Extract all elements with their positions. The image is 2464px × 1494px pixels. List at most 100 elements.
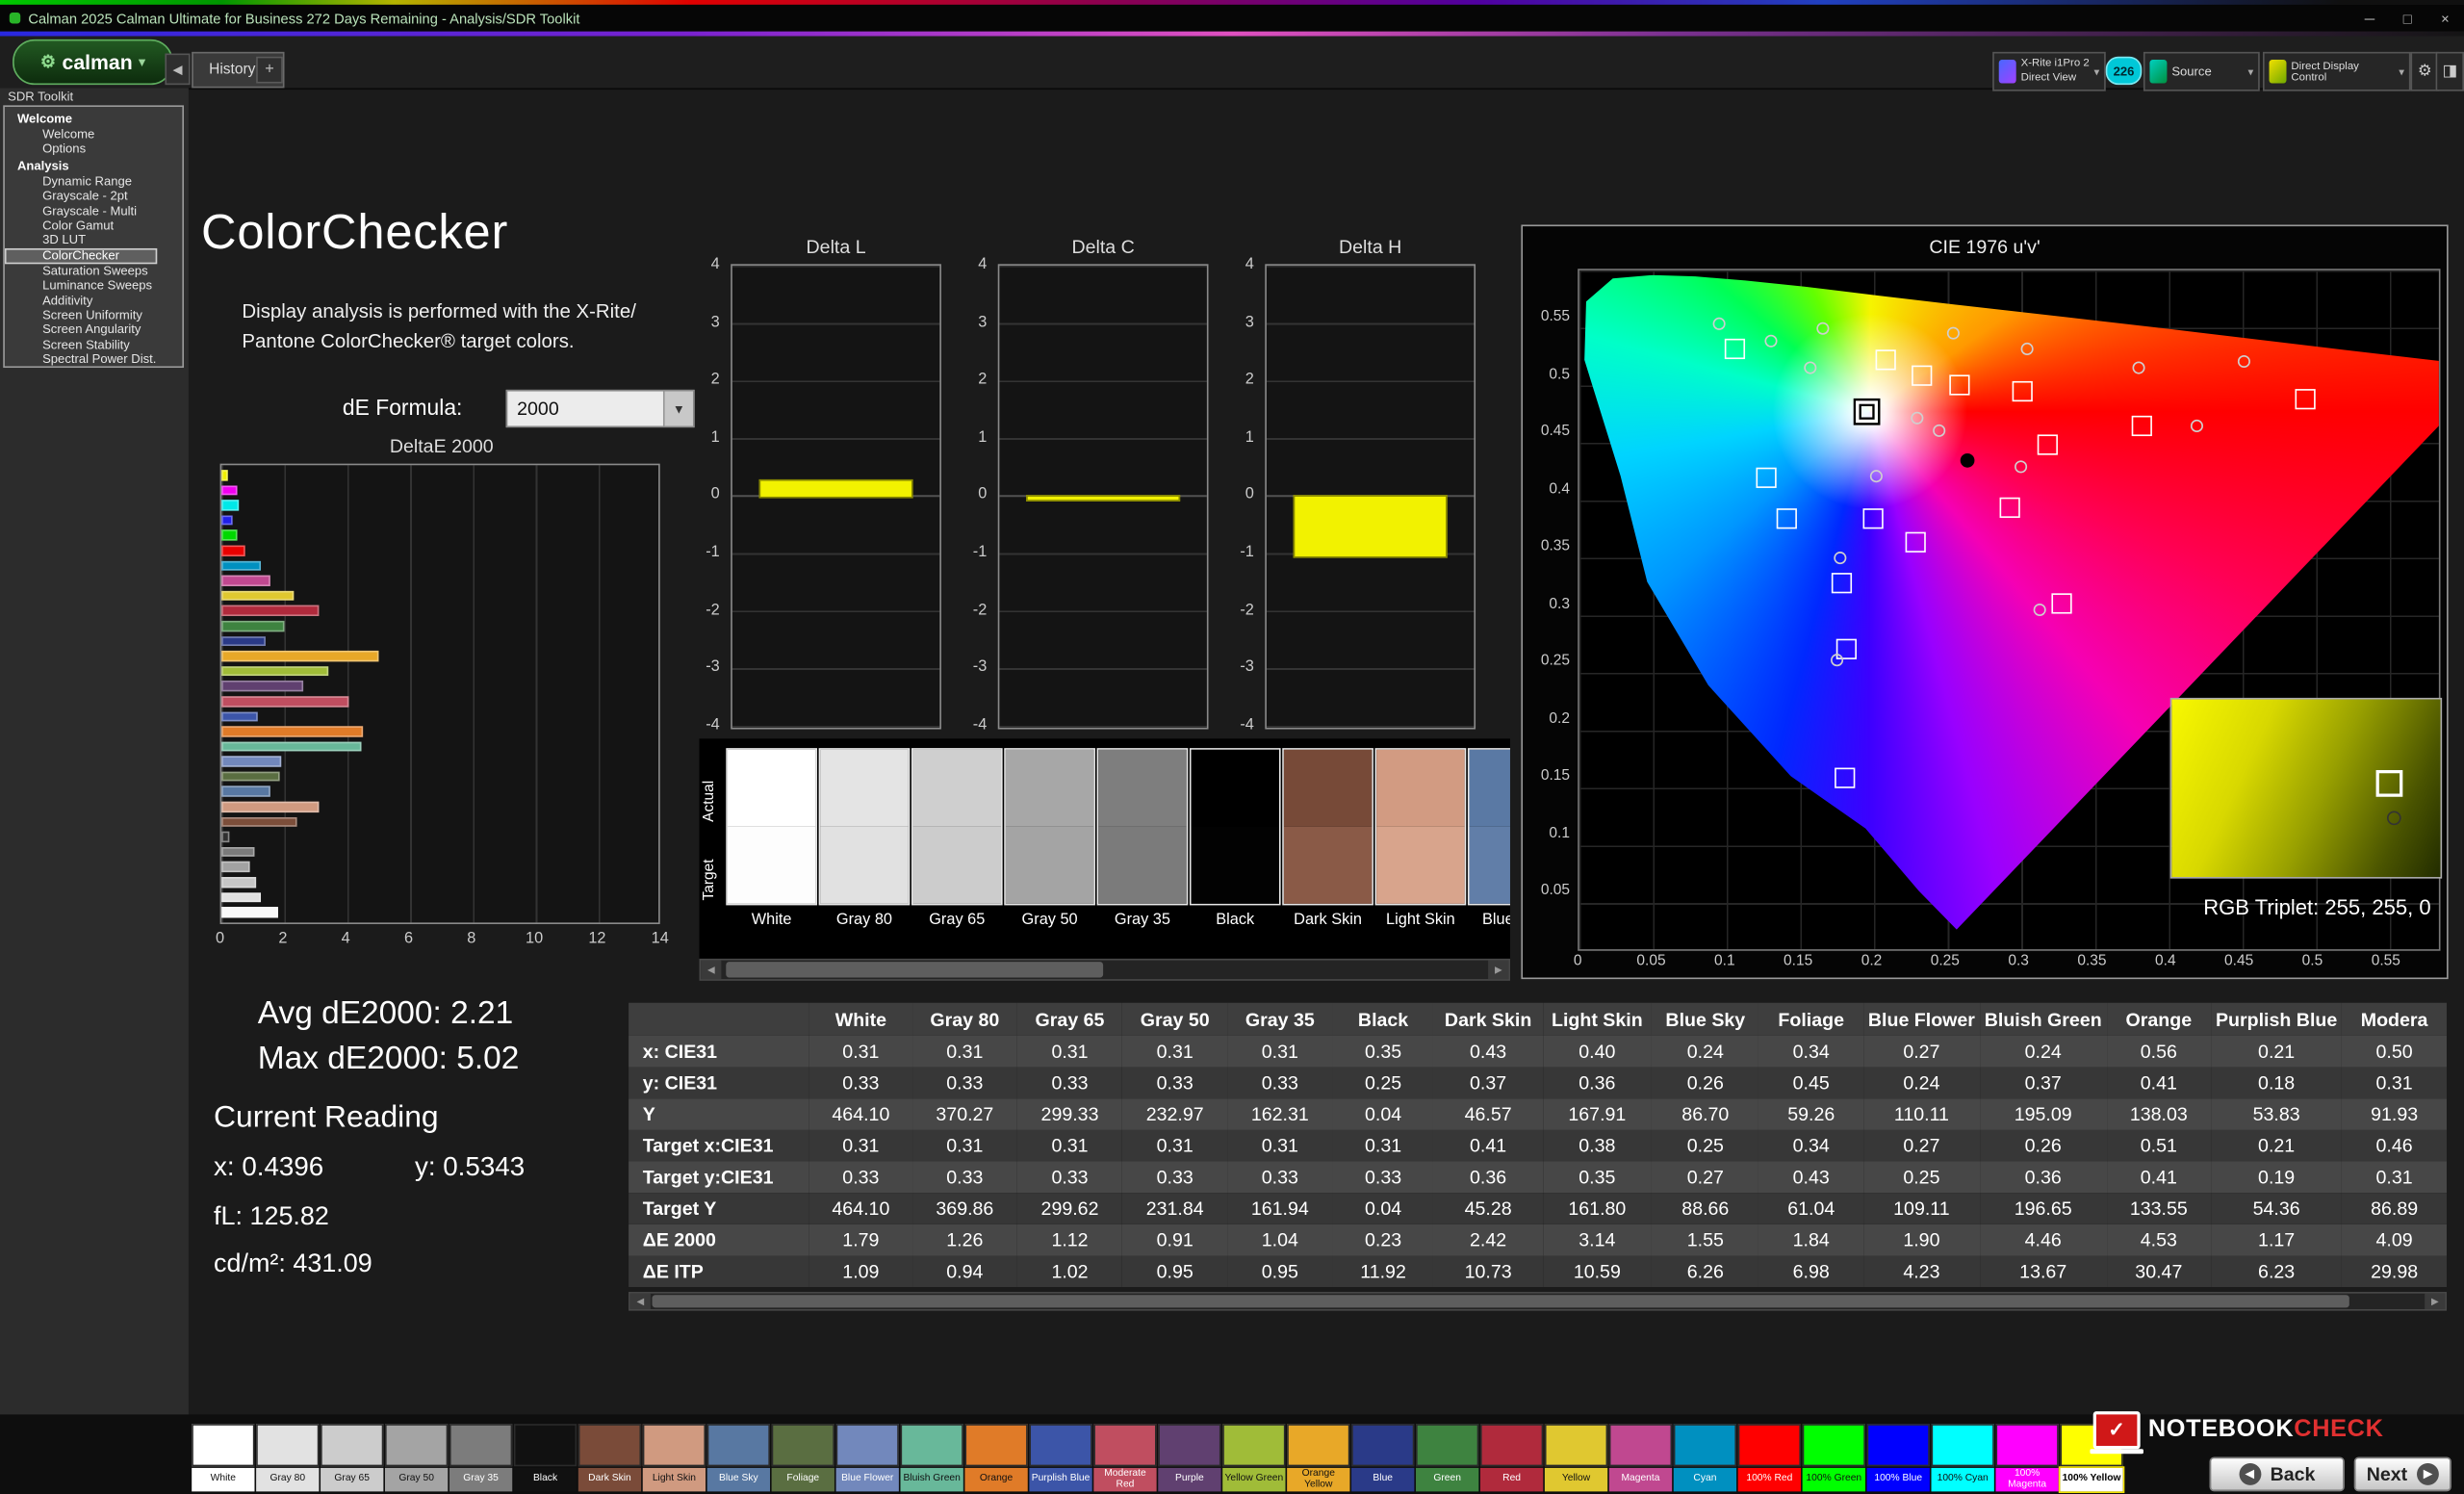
- patch-column-white[interactable]: White: [726, 748, 817, 929]
- strip-patch-100-red[interactable]: 100% Red: [1738, 1424, 1801, 1491]
- display-control-dropdown[interactable]: Direct Display Control ▾: [2263, 52, 2410, 91]
- strip-patch-bluish-green[interactable]: Bluish Green: [901, 1424, 963, 1491]
- sidebar-item-welcome[interactable]: Welcome: [5, 127, 182, 142]
- patch-column-black[interactable]: Black: [1190, 748, 1281, 929]
- sidebar-item-dynamic-range[interactable]: Dynamic Range: [5, 174, 182, 189]
- deltae-row-orange: [221, 726, 658, 736]
- patch-swatch-black: [1190, 748, 1281, 905]
- strip-patch-gray-65[interactable]: Gray 65: [321, 1424, 383, 1491]
- sidebar-item-additivity[interactable]: Additivity: [5, 294, 182, 308]
- deltae-row-100-blue: [221, 515, 658, 526]
- sidebar-item-options[interactable]: Options: [5, 142, 182, 157]
- patch-swatch-gray-65: [911, 748, 1003, 905]
- strip-patch-gray-80[interactable]: Gray 80: [256, 1424, 319, 1491]
- patch-column-light-skin[interactable]: Light Skin: [1375, 748, 1467, 929]
- strip-patch-orange[interactable]: Orange: [964, 1424, 1027, 1491]
- sidebar-group-welcome[interactable]: Welcome: [5, 110, 182, 127]
- strip-patch-black[interactable]: Black: [514, 1424, 577, 1491]
- strip-swatch-blue-flower: [836, 1424, 899, 1466]
- scrollbar-thumb[interactable]: [726, 962, 1103, 977]
- strip-patch-100-magenta[interactable]: 100% Magenta: [1995, 1424, 2058, 1491]
- strip-patch-100-green[interactable]: 100% Green: [1803, 1424, 1865, 1491]
- display-layout-button[interactable]: ◨: [2436, 52, 2464, 91]
- deltae-bar-gray-35: [221, 847, 254, 858]
- sidebar-item-screen-angularity[interactable]: Screen Angularity: [5, 322, 182, 337]
- calman-logo-menu[interactable]: ⚙ calman ▾: [13, 39, 173, 85]
- strip-patch-foliage[interactable]: Foliage: [772, 1424, 834, 1491]
- sidebar-item-luminance-sweeps[interactable]: Luminance Sweeps: [5, 278, 182, 293]
- table-scroll-left-icon[interactable]: ◀: [630, 1294, 651, 1309]
- cie-xtick-0: 0: [1554, 952, 1602, 969]
- reading-count-badge[interactable]: 226: [2106, 57, 2143, 85]
- comparison-scrollbar[interactable]: ◀ ▶: [700, 959, 1510, 981]
- strip-patch-yellow-green[interactable]: Yellow Green: [1222, 1424, 1285, 1491]
- strip-patch-blue[interactable]: Blue: [1351, 1424, 1414, 1491]
- back-button[interactable]: ◀ Back: [2210, 1456, 2345, 1491]
- cell-e-2000-8: 1.55: [1652, 1224, 1758, 1256]
- sidebar-item-color-gamut[interactable]: Color Gamut: [5, 219, 182, 233]
- add-tab-button[interactable]: +: [256, 57, 283, 84]
- strip-patch-blue-sky[interactable]: Blue Sky: [707, 1424, 770, 1491]
- strip-patch-orange-yellow[interactable]: Orange Yellow: [1287, 1424, 1349, 1491]
- deltae-bar-blue-flower: [221, 757, 281, 767]
- patch-column-gray-65[interactable]: Gray 65: [911, 748, 1003, 929]
- patch-target-gray-80: [820, 827, 908, 904]
- table-scrollbar[interactable]: ◀ ▶: [629, 1292, 2447, 1311]
- strip-patch-moderate-red[interactable]: Moderate Red: [1093, 1424, 1156, 1491]
- patch-column-gray-35[interactable]: Gray 35: [1097, 748, 1189, 929]
- strip-patch-white[interactable]: White: [192, 1424, 254, 1491]
- next-button[interactable]: Next ▶: [2354, 1456, 2451, 1491]
- sidebar-item-spectral-power-dist[interactable]: Spectral Power Dist.: [5, 352, 182, 367]
- cie-xtick-0.15: 0.15: [1775, 952, 1822, 969]
- strip-patch-dark-skin[interactable]: Dark Skin: [578, 1424, 641, 1491]
- patch-column-dark-skin[interactable]: Dark Skin: [1282, 748, 1373, 929]
- cell-y-0: 464.10: [809, 1098, 912, 1130]
- sidebar-item-3d-lut[interactable]: 3D LUT: [5, 233, 182, 247]
- source-dropdown[interactable]: Source ▾: [2143, 52, 2260, 91]
- strip-label-foliage: Foliage: [772, 1468, 834, 1491]
- strip-patch-gray-50[interactable]: Gray 50: [385, 1424, 448, 1491]
- minimize-button[interactable]: ─: [2350, 11, 2388, 26]
- deltae-bar-moderate-red: [221, 696, 349, 707]
- sidebar-collapse-button[interactable]: ◀: [165, 54, 190, 86]
- cie-measured-circle-22: [2021, 344, 2034, 356]
- patch-column-blue-sky[interactable]: Blue Sky: [1468, 748, 1510, 929]
- maximize-button[interactable]: □: [2389, 11, 2426, 26]
- sidebar-item-saturation-sweeps[interactable]: Saturation Sweeps: [5, 264, 182, 278]
- strip-patch-100-cyan[interactable]: 100% Cyan: [1932, 1424, 1994, 1491]
- close-button[interactable]: ×: [2426, 11, 2464, 26]
- de-formula-select[interactable]: 2000 ▼: [506, 390, 695, 427]
- sidebar-item-grayscale-multi[interactable]: Grayscale - Multi: [5, 204, 182, 219]
- deltae-bar-orange: [221, 726, 363, 736]
- cell-y-11: 195.09: [1980, 1098, 2107, 1130]
- strip-patch-purple[interactable]: Purple: [1158, 1424, 1220, 1491]
- strip-patch-gray-35[interactable]: Gray 35: [449, 1424, 512, 1491]
- sidebar-item-screen-uniformity[interactable]: Screen Uniformity: [5, 308, 182, 322]
- patch-column-gray-50[interactable]: Gray 50: [1004, 748, 1095, 929]
- strip-patch-blue-flower[interactable]: Blue Flower: [836, 1424, 899, 1491]
- strip-patch-yellow[interactable]: Yellow: [1545, 1424, 1607, 1491]
- patch-swatch-dark-skin: [1282, 748, 1373, 905]
- sidebar-item-colorchecker[interactable]: ColorChecker: [5, 248, 157, 264]
- meter-selector-button[interactable]: X-Rite i1Pro 2 Direct View ▾: [1992, 52, 2106, 91]
- sidebar-group-analysis[interactable]: Analysis: [5, 157, 182, 174]
- deltae-row-yellow: [221, 590, 658, 601]
- strip-patch-cyan[interactable]: Cyan: [1674, 1424, 1736, 1491]
- strip-patch-100-blue[interactable]: 100% Blue: [1867, 1424, 1930, 1491]
- table-scroll-right-icon[interactable]: ▶: [2425, 1294, 2445, 1309]
- cie-target-square-1: [1876, 349, 1896, 370]
- deltae-bar-dark-skin: [221, 816, 296, 827]
- sidebar-item-grayscale-2pt[interactable]: Grayscale - 2pt: [5, 189, 182, 203]
- strip-patch-magenta[interactable]: Magenta: [1609, 1424, 1672, 1491]
- sidebar-item-screen-stability[interactable]: Screen Stability: [5, 338, 182, 352]
- patch-column-gray-80[interactable]: Gray 80: [819, 748, 911, 929]
- scroll-left-icon[interactable]: ◀: [701, 961, 721, 980]
- cell-target-x-cie31-11: 0.26: [1980, 1130, 2107, 1162]
- strip-patch-purplish-blue[interactable]: Purplish Blue: [1029, 1424, 1091, 1491]
- table-scrollbar-thumb[interactable]: [653, 1295, 2349, 1307]
- strip-patch-green[interactable]: Green: [1416, 1424, 1478, 1491]
- strip-patch-red[interactable]: Red: [1480, 1424, 1543, 1491]
- scroll-right-icon[interactable]: ▶: [1488, 961, 1508, 980]
- settings-gear-button[interactable]: ⚙: [2410, 52, 2438, 91]
- strip-patch-light-skin[interactable]: Light Skin: [643, 1424, 706, 1491]
